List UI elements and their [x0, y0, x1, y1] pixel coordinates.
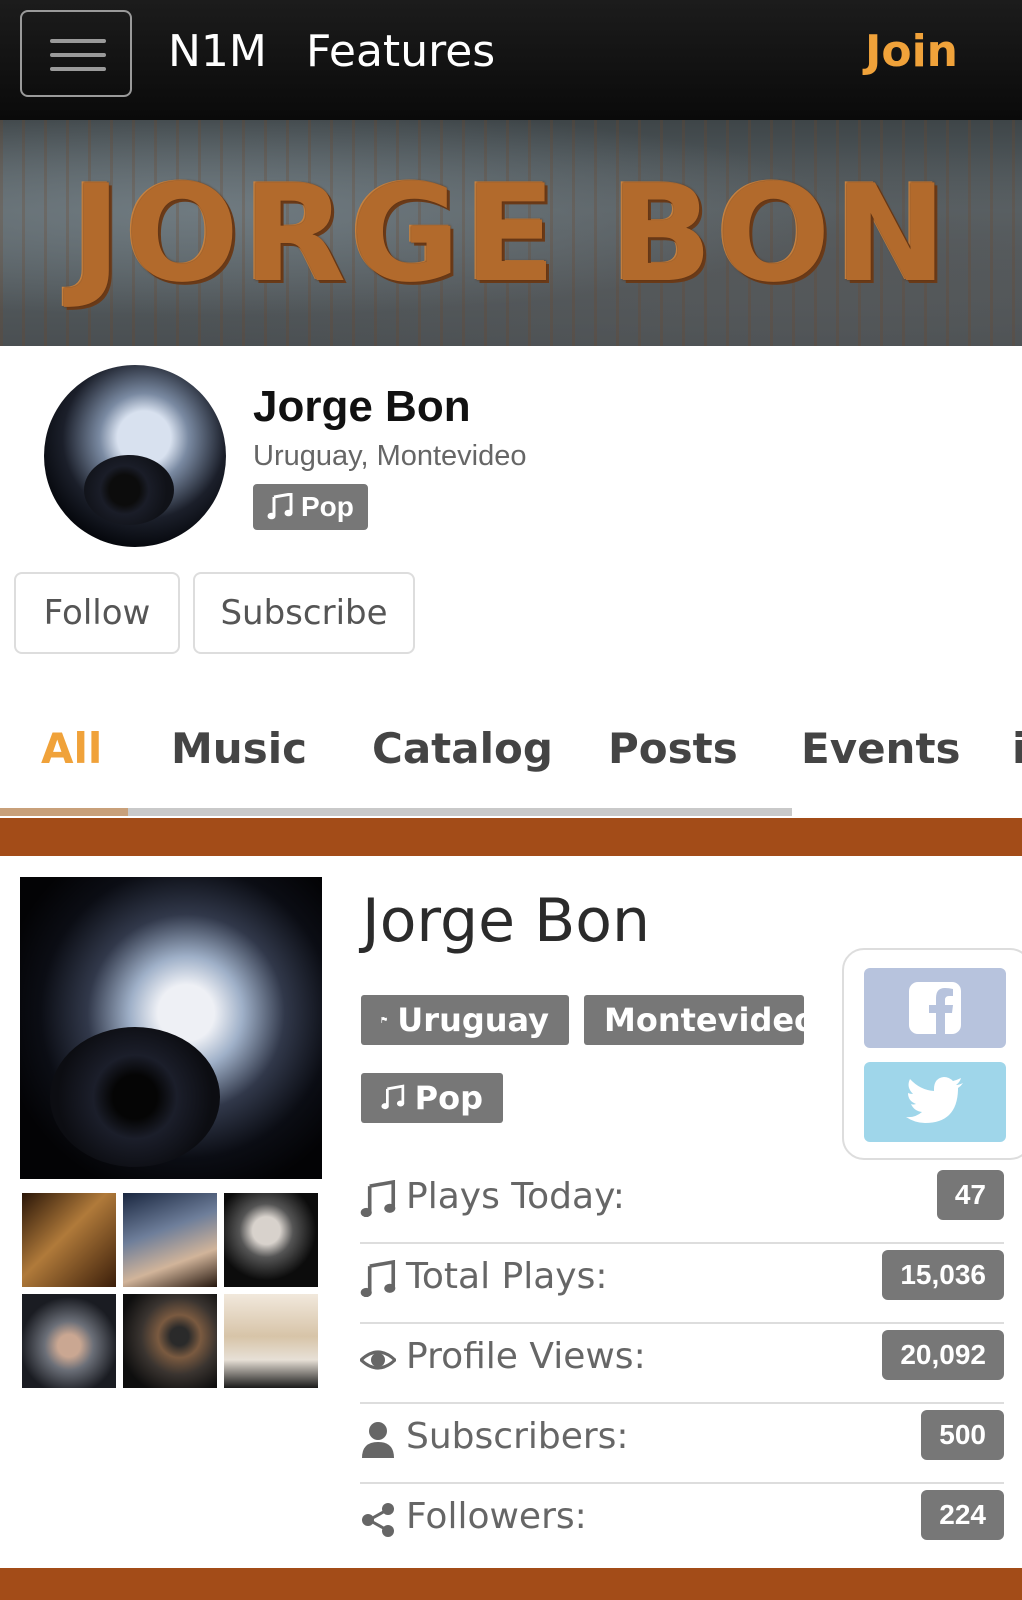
stat-profile-views: Profile Views: 20,092	[360, 1324, 1004, 1404]
hamburger-icon-bar	[50, 39, 106, 43]
features-link[interactable]: Features	[306, 26, 495, 77]
brand-link[interactable]: N1M	[168, 26, 267, 77]
user-icon	[362, 1422, 394, 1458]
stat-subscribers: Subscribers: 500	[360, 1404, 1004, 1484]
twitter-icon	[906, 1077, 963, 1123]
country-tag[interactable]: Uruguay	[361, 995, 569, 1045]
thumbnail-photo[interactable]	[224, 1193, 318, 1287]
profile-banner: JORGE BON	[0, 120, 1022, 346]
tab-all[interactable]: All	[41, 724, 102, 773]
hamburger-icon-bar	[50, 53, 106, 57]
subscribe-button[interactable]: Subscribe	[193, 572, 415, 654]
thumbnail-photo[interactable]	[22, 1294, 116, 1388]
stat-value: 47	[936, 1170, 1004, 1220]
genre-tag-label: Pop	[414, 1079, 483, 1117]
photo-thumbnails	[20, 1193, 322, 1391]
genre-badge[interactable]: Pop	[253, 484, 368, 530]
stat-value: 15,036	[882, 1250, 1004, 1300]
stat-label: Plays Today:	[406, 1176, 625, 1217]
tab-active-indicator	[0, 808, 128, 816]
tab-more[interactable]: i	[1012, 724, 1022, 773]
eye-icon	[360, 1350, 396, 1370]
music-note-icon	[267, 493, 293, 520]
facebook-icon	[909, 982, 961, 1034]
artist-main-photo[interactable]	[20, 877, 322, 1179]
banner-title: JORGE BON	[71, 156, 951, 312]
share-icon	[362, 1503, 394, 1537]
city-tag-label: Montevideo	[604, 1001, 817, 1039]
stat-value: 500	[921, 1410, 1004, 1460]
stat-label: Total Plays:	[406, 1256, 608, 1297]
city-tag[interactable]: Montevideo	[584, 995, 816, 1045]
stats-list: Plays Today: 47 Total Plays: 15,036 Prof…	[360, 1164, 1004, 1564]
profile-tabs: All Music Catalog Posts Events i	[0, 700, 1022, 820]
section-divider	[0, 818, 1022, 856]
profile-location: Uruguay, Montevideo	[253, 440, 527, 472]
social-share-box	[842, 948, 1022, 1160]
top-navbar: N1M Features Join	[0, 0, 1022, 120]
stat-label: Followers:	[406, 1496, 587, 1537]
avatar-photo-detail	[84, 455, 174, 525]
menu-toggle-button[interactable]	[20, 10, 132, 97]
join-link[interactable]: Join	[865, 26, 958, 77]
stat-followers: Followers: 224	[360, 1484, 1004, 1564]
flag-icon	[381, 1017, 387, 1023]
genre-badge-label: Pop	[301, 491, 354, 522]
country-tag-label: Uruguay	[397, 1001, 549, 1039]
artist-title: Jorge Bon	[362, 886, 650, 956]
stat-label: Profile Views:	[406, 1336, 646, 1377]
thumbnail-photo[interactable]	[22, 1193, 116, 1287]
music-note-icon	[381, 1084, 405, 1110]
follow-button[interactable]: Follow	[14, 572, 180, 654]
stat-label: Subscribers:	[406, 1416, 629, 1457]
tab-events[interactable]: Events	[801, 724, 961, 773]
stat-plays-today: Plays Today: 47	[360, 1164, 1004, 1244]
thumbnail-photo[interactable]	[123, 1294, 217, 1388]
stat-value: 20,092	[882, 1330, 1004, 1380]
tab-music[interactable]: Music	[171, 724, 307, 773]
music-note-icon	[360, 1180, 396, 1218]
facebook-share-button[interactable]	[864, 968, 1006, 1048]
thumbnail-photo[interactable]	[224, 1294, 318, 1388]
avatar[interactable]	[44, 365, 226, 547]
twitter-share-button[interactable]	[864, 1062, 1006, 1142]
profile-name[interactable]: Jorge Bon	[253, 382, 471, 432]
music-note-icon	[360, 1260, 396, 1298]
stat-value: 224	[921, 1490, 1004, 1540]
thumbnail-photo[interactable]	[123, 1193, 217, 1287]
tab-catalog[interactable]: Catalog	[372, 724, 553, 773]
genre-tag[interactable]: Pop	[361, 1073, 503, 1123]
photo-detail	[50, 1027, 220, 1167]
hamburger-icon-bar	[50, 67, 106, 71]
stat-total-plays: Total Plays: 15,036	[360, 1244, 1004, 1324]
section-divider	[0, 1568, 1022, 1600]
tab-posts[interactable]: Posts	[608, 724, 738, 773]
